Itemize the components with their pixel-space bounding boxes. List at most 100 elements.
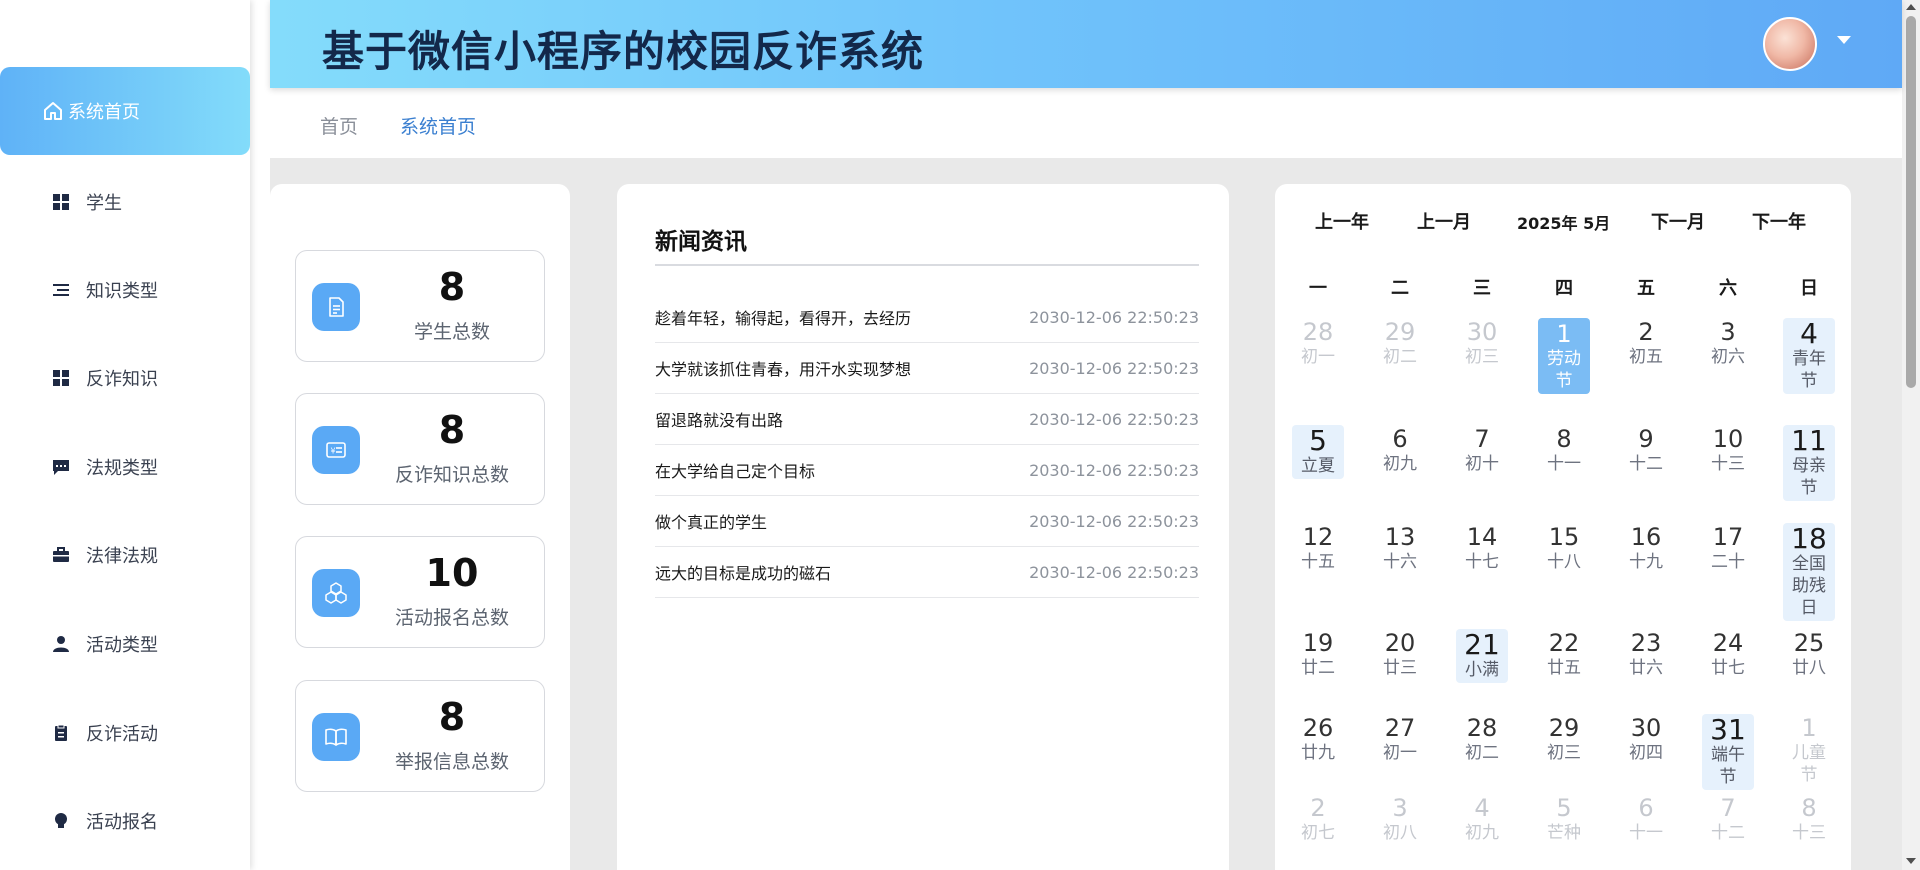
calendar-day-number: 30 [1630,714,1662,742]
calendar-day[interactable]: 24 廿七 [1702,629,1754,679]
sidebar-item-activity-type[interactable]: 活动类型 [0,600,250,688]
sidebar-item-label: 法律法规 [86,546,158,567]
calendar-day-lunar: 廿二 [1301,658,1335,678]
calendar-day[interactable]: 5 芒种 [1538,794,1590,844]
news-item[interactable]: 大学就该抓住青春，用汗水实现梦想 2030-12-06 22:50:23 [655,343,1199,394]
sidebar-item-activity-signup[interactable]: 活动报名 [0,777,250,865]
scroll-down-icon[interactable] [1906,858,1916,864]
calendar-day[interactable]: 30 初四 [1620,714,1672,764]
calendar-day[interactable]: 26 廿九 [1292,714,1344,764]
calendar-day[interactable]: 23 廿六 [1620,629,1672,679]
calendar-prev-month[interactable]: 上一月 [1417,208,1471,234]
calendar-day[interactable]: 25 廿八 [1783,629,1835,679]
sidebar-item-home[interactable]: 系统首页 [0,67,250,155]
stat-card-signups[interactable]: 10 活动报名总数 [295,536,545,648]
calendar-day[interactable]: 4 青年节 [1783,318,1835,394]
calendar-day[interactable]: 13 十六 [1374,523,1426,573]
calendar-day[interactable]: 2 初七 [1292,794,1344,844]
calendar-day-lunar: 廿七 [1711,658,1745,678]
calendar-day[interactable]: 29 初三 [1538,714,1590,764]
breadcrumb-home[interactable]: 首页 [320,112,358,139]
news-item-time: 2030-12-06 22:50:23 [1029,409,1199,429]
calendar-day[interactable]: 8 十一 [1538,425,1590,475]
news-item[interactable]: 在大学给自己定个目标 2030-12-06 22:50:23 [655,445,1199,496]
sidebar-item-anti-fraud-activity[interactable]: 反诈活动 [0,689,250,777]
breadcrumb-current: 系统首页 [400,116,477,138]
calendar-day[interactable]: 16 十九 [1620,523,1672,573]
stat-card-students[interactable]: 8 学生总数 [295,250,545,362]
calendar-day-number: 31 [1710,713,1746,746]
top-header: 基于微信小程序的校园反诈系统 [270,0,1902,88]
calendar-day-lunar: 十二 [1711,823,1745,843]
calendar-day[interactable]: 11 母亲节 [1783,425,1835,501]
calendar-day[interactable]: 29 初二 [1374,318,1426,368]
stat-label: 活动报名总数 [394,607,509,629]
sidebar-item-label: 活动报名 [86,812,158,833]
calendar-day[interactable]: 17 二十 [1702,523,1754,573]
calendar-day[interactable]: 3 初六 [1702,318,1754,368]
calendar-next-year[interactable]: 下一年 [1752,208,1806,234]
user-icon [50,633,72,655]
news-item-title: 大学就该抓住青春，用汗水实现梦想 [655,360,912,379]
sidebar-item-label: 法规类型 [86,458,158,479]
calendar-day[interactable]: 28 初二 [1456,714,1508,764]
sidebar-item-laws[interactable]: 法律法规 [0,511,250,599]
calendar-day[interactable]: 8 十三 [1783,794,1835,844]
calendar-day[interactable]: 14 十七 [1456,523,1508,573]
calendar-day-number: 14 [1466,523,1498,551]
breadcrumb: 首页 系统首页 [270,88,1902,158]
calendar-day-lunar: 初一 [1301,347,1335,367]
chevron-down-icon[interactable] [1837,36,1851,44]
calendar-day-lunar: 端午节 [1711,745,1745,787]
news-item[interactable]: 远大的目标是成功的磁石 2030-12-06 22:50:23 [655,547,1199,598]
calendar-day-number: 26 [1302,714,1334,742]
calendar-day[interactable]: 1 儿童节 [1783,714,1835,786]
calendar-day[interactable]: 6 十一 [1620,794,1672,844]
calendar-day[interactable]: 31 端午节 [1702,714,1754,790]
calendar-day-number: 6 [1392,425,1408,453]
calendar-day[interactable]: 28 初一 [1292,318,1344,368]
avatar[interactable] [1763,17,1817,71]
sidebar-item-knowledge-type[interactable]: 知识类型 [0,246,250,334]
stat-card-reports[interactable]: 8 举报信息总数 [295,680,545,792]
calendar-day-lunar: 小满 [1465,660,1499,680]
sidebar-item-anti-fraud-knowledge[interactable]: 反诈知识 [0,334,250,422]
calendar-day[interactable]: 20 廿三 [1374,629,1426,679]
calendar-day[interactable]: 12 十五 [1292,523,1344,573]
calendar-day[interactable]: 7 十二 [1702,794,1754,844]
calendar-day[interactable]: 27 初一 [1374,714,1426,764]
document-icon [312,283,360,331]
calendar-day-lunar: 初三 [1465,347,1499,367]
calendar-day[interactable]: 2 初五 [1620,318,1672,368]
calendar-day[interactable]: 21 小满 [1456,629,1508,683]
calendar-day[interactable]: 1 劳动节 [1538,318,1590,394]
calendar-day-number: 8 [1801,794,1817,822]
calendar-day[interactable]: 7 初十 [1456,425,1508,475]
calendar-day[interactable]: 5 立夏 [1292,425,1344,479]
page-scrollbar[interactable] [1902,0,1920,870]
calendar-day[interactable]: 19 廿二 [1292,629,1344,679]
calendar-day-number: 16 [1630,523,1662,551]
stat-card-knowledge[interactable]: ¥ 8 反诈知识总数 [295,393,545,505]
calendar-day[interactable]: 3 初八 [1374,794,1426,844]
sidebar-item-students[interactable]: 学生 [0,158,250,246]
calendar-day[interactable]: 4 初九 [1456,794,1508,844]
scrollbar-thumb[interactable] [1906,16,1916,388]
calendar-day[interactable]: 6 初九 [1374,425,1426,475]
news-item[interactable]: 做个真正的学生 2030-12-06 22:50:23 [655,496,1199,547]
calendar-day[interactable]: 15 十八 [1538,523,1590,573]
scroll-up-icon[interactable] [1906,4,1916,10]
news-item[interactable]: 趁着年轻，输得起，看得开，去经历 2030-12-06 22:50:23 [655,292,1199,343]
calendar-day[interactable]: 9 十二 [1620,425,1672,475]
calendar-day[interactable]: 30 初三 [1456,318,1508,368]
calendar-day-lunar: 青年节 [1792,349,1826,391]
calendar-day[interactable]: 18 全国助残日 [1783,523,1835,621]
news-item[interactable]: 留退路就没有出路 2030-12-06 22:50:23 [655,394,1199,445]
stat-label: 举报信息总数 [394,751,509,773]
calendar-day[interactable]: 22 廿五 [1538,629,1590,679]
calendar-next-month[interactable]: 下一月 [1651,208,1705,234]
calendar-day[interactable]: 10 十三 [1702,425,1754,475]
calendar-day-number: 20 [1384,629,1416,657]
calendar-prev-year[interactable]: 上一年 [1315,208,1369,234]
sidebar-item-regulation-type[interactable]: 法规类型 [0,423,250,511]
